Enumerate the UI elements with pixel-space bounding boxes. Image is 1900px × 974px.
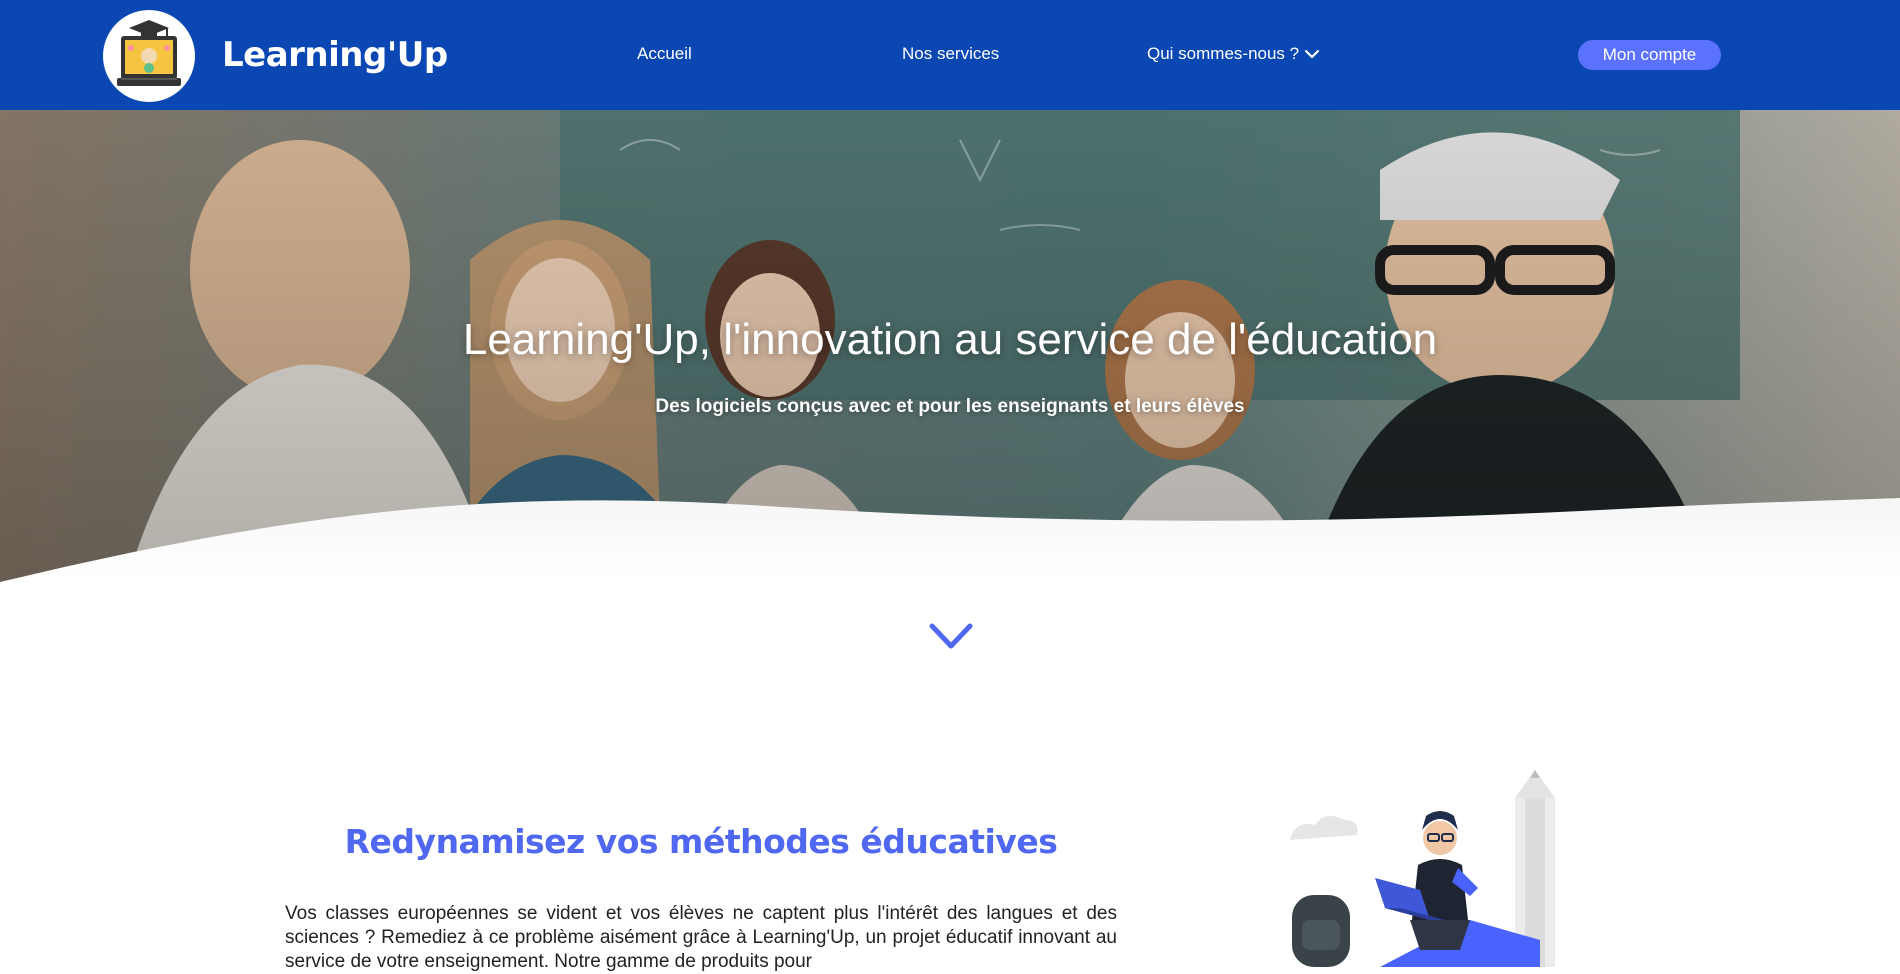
logo-icon[interactable] bbox=[103, 10, 195, 102]
section-body-text: Vos classes européennes se vident et vos… bbox=[285, 903, 1117, 972]
nav-qui-sommes-nous[interactable]: Qui sommes-nous ? bbox=[1147, 44, 1320, 64]
student-laptop-illustration bbox=[1290, 770, 1555, 967]
brand-name[interactable]: Learning'Up bbox=[222, 35, 448, 75]
hero-subtitle: Des logiciels conçus avec et pour les en… bbox=[655, 396, 1245, 417]
nav-services[interactable]: Nos services bbox=[902, 44, 999, 64]
wave-divider bbox=[0, 498, 1900, 630]
hero-title: Learning'Up, l'innovation au service de … bbox=[462, 315, 1438, 364]
nav-accueil[interactable]: Accueil bbox=[637, 44, 692, 64]
site-header: Learning'Up Accueil Nos services Qui som… bbox=[0, 0, 1900, 110]
scroll-down-icon[interactable] bbox=[928, 620, 974, 652]
account-button[interactable]: Mon compte bbox=[1578, 40, 1721, 70]
section-title: Redynamisez vos méthodes éducatives bbox=[344, 822, 1058, 861]
nav-qui-label: Qui sommes-nous ? bbox=[1147, 44, 1300, 63]
chevron-down-icon bbox=[1305, 49, 1320, 59]
